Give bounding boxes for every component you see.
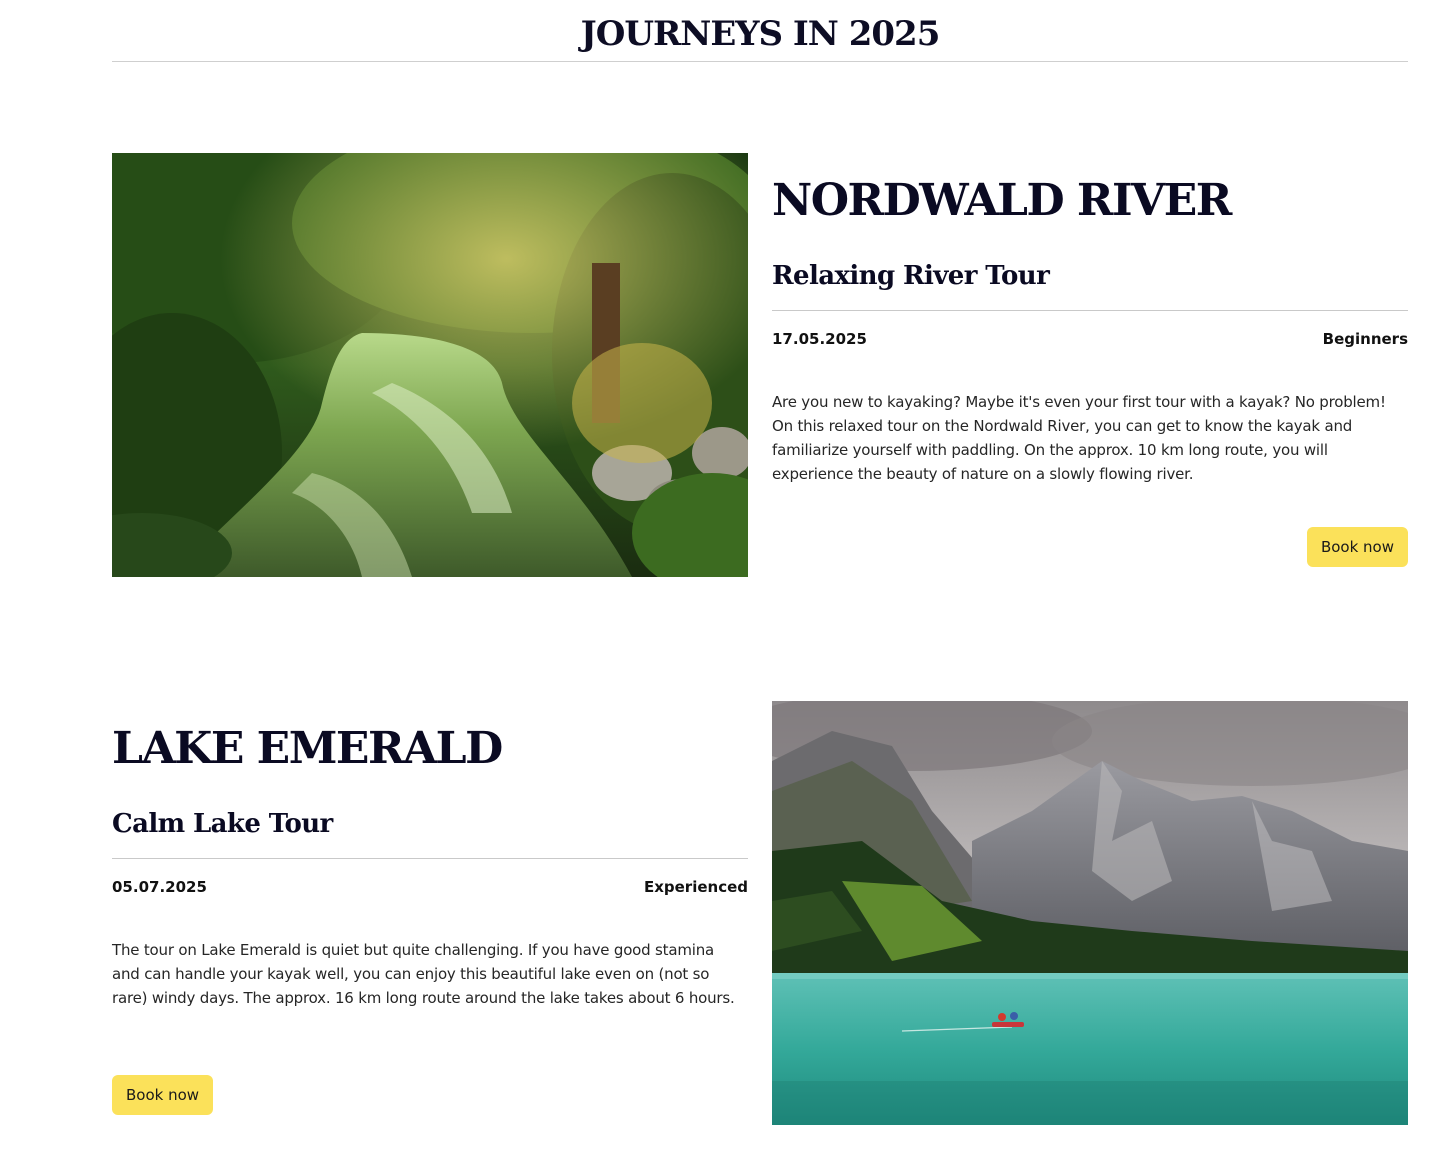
tour-info: NORDWALD RIVER Relaxing River Tour 17.05…: [772, 153, 1408, 577]
divider: [772, 310, 1408, 311]
tour-name: LAKE EMERALD: [112, 723, 503, 774]
tour-description: The tour on Lake Emerald is quiet but qu…: [112, 941, 735, 1007]
tour-date: 17.05.2025: [772, 330, 867, 348]
forest-river-photo: [112, 153, 748, 577]
tour-name: NORDWALD RIVER: [772, 175, 1232, 226]
tour-description: Are you new to kayaking? Maybe it's even…: [772, 393, 1386, 483]
book-now-button[interactable]: Book now: [1306, 527, 1408, 567]
tour-subtitle: Calm Lake Tour: [112, 809, 333, 839]
book-now-button[interactable]: Book now: [112, 1075, 214, 1115]
tour-level: Experienced: [643, 878, 748, 896]
tour-info: LAKE EMERALD Calm Lake Tour 05.07.2025 E…: [112, 701, 748, 1125]
tour-subtitle: Relaxing River Tour: [772, 261, 1050, 291]
mountain-lake-photo: [772, 701, 1408, 1125]
tour-date: 05.07.2025: [112, 878, 207, 896]
page-title: JOURNEYS IN 2025: [112, 0, 1408, 62]
tour-card-nordwald-river: NORDWALD RIVER Relaxing River Tour 17.05…: [112, 153, 1408, 577]
tour-level: Beginners: [1322, 330, 1408, 348]
page-container: JOURNEYS IN 2025: [112, 0, 1408, 62]
divider: [112, 858, 748, 859]
tour-card-lake-emerald: LAKE EMERALD Calm Lake Tour 05.07.2025 E…: [112, 701, 1408, 1125]
